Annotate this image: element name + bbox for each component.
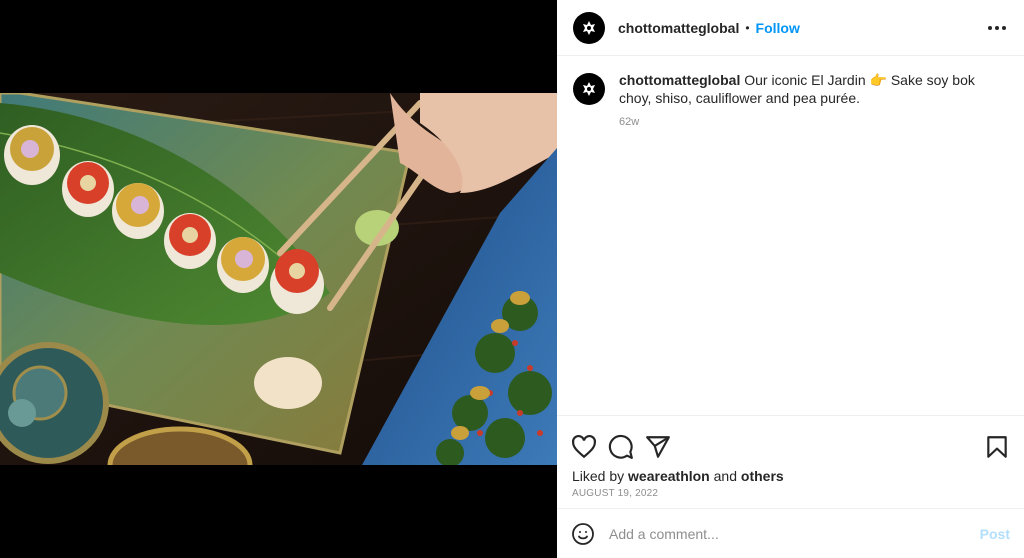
caption-avatar[interactable]	[573, 73, 605, 105]
post-header: chottomatteglobal • Follow	[557, 0, 1024, 56]
likes-summary: Liked by weareathlon and others	[557, 466, 1024, 484]
post-image	[0, 93, 557, 465]
actions-section: Liked by weareathlon and others AUGUST 1…	[557, 415, 1024, 499]
action-icons	[557, 416, 1024, 466]
caption-section: chottomatteglobal Our iconic El Jardin 👉…	[557, 57, 1024, 415]
emoji-icon[interactable]	[571, 522, 595, 546]
post-media[interactable]	[0, 0, 557, 558]
heart-icon[interactable]	[571, 434, 597, 460]
post-time[interactable]: 62w	[619, 113, 994, 131]
caption-row: chottomatteglobal Our iconic El Jardin 👉…	[573, 71, 1008, 131]
comment-icon[interactable]	[608, 434, 634, 460]
more-options-icon[interactable]	[986, 20, 1008, 36]
liked-by-others[interactable]: others	[741, 468, 784, 484]
caption-username[interactable]: chottomatteglobal	[619, 72, 740, 88]
comment-input[interactable]	[609, 525, 980, 542]
separator-dot: •	[745, 20, 750, 35]
post-panel: chottomatteglobal • Follow chottomattegl…	[557, 0, 1024, 558]
post-comment-button[interactable]: Post	[980, 526, 1010, 542]
caption-text: chottomatteglobal Our iconic El Jardin 👉…	[619, 71, 994, 131]
liked-by-and: and	[713, 468, 737, 484]
follow-button[interactable]: Follow	[756, 20, 800, 36]
post-date: AUGUST 19, 2022	[572, 488, 659, 499]
header-username[interactable]: chottomatteglobal	[618, 20, 739, 36]
liked-by-prefix: Liked by	[572, 468, 625, 484]
avatar[interactable]	[573, 11, 605, 44]
bookmark-icon[interactable]	[984, 434, 1010, 460]
comment-bar: Post	[557, 508, 1024, 558]
brand-logo-icon	[579, 79, 599, 99]
share-icon[interactable]	[645, 434, 671, 460]
liked-by-user[interactable]: weareathlon	[628, 468, 710, 484]
brand-logo-icon	[579, 17, 599, 38]
